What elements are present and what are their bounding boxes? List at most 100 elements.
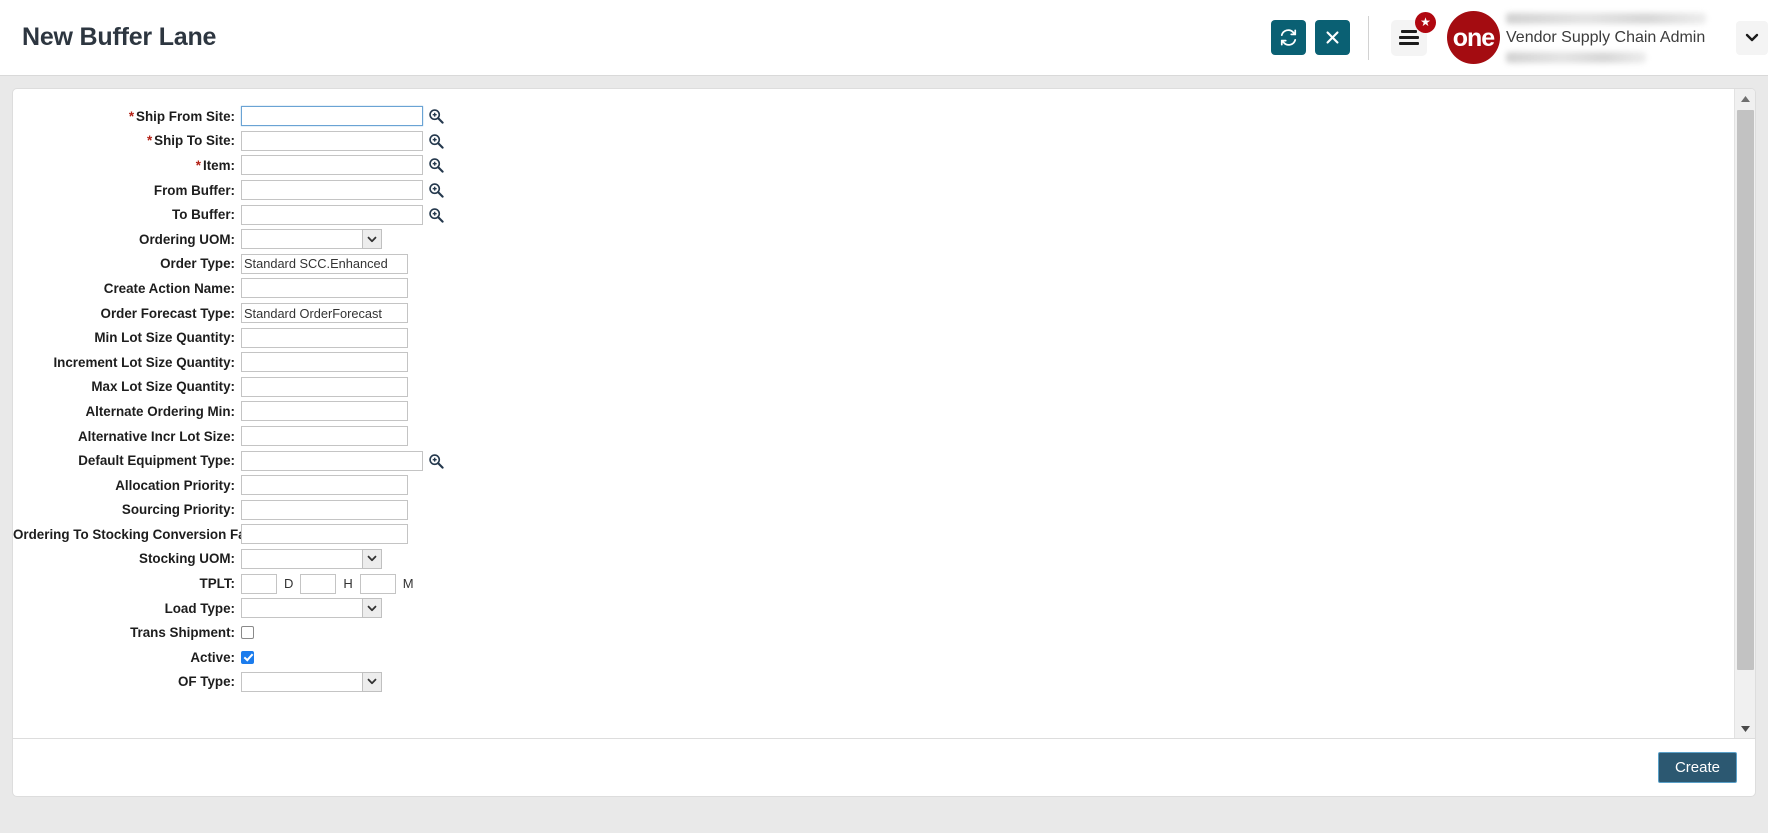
menu-button[interactable]: ★	[1391, 11, 1436, 56]
search-zoom-icon[interactable]	[427, 452, 444, 469]
field-label-text: To Buffer:	[172, 207, 235, 223]
text-input[interactable]	[241, 352, 408, 373]
duration-hours-input[interactable]	[300, 573, 337, 594]
text-input[interactable]	[241, 450, 423, 471]
field-label: Alternate Ordering Min:	[13, 404, 241, 419]
field-label-text: Allocation Priority:	[115, 477, 235, 493]
field-label: * Ship From Site:	[13, 109, 241, 124]
text-input[interactable]	[241, 303, 408, 324]
search-zoom-icon[interactable]	[427, 132, 444, 149]
form-row: Alternative Incr Lot Size:	[13, 424, 1735, 449]
field-label: Allocation Priority:	[13, 478, 241, 493]
form-row: Trans Shipment:	[13, 620, 1735, 645]
text-input[interactable]	[241, 106, 423, 127]
scroll-down-arrow-icon[interactable]	[1735, 719, 1755, 738]
field-label: Sourcing Priority:	[13, 502, 241, 517]
field-label: Ordering To Stocking Conversion Factor:	[13, 527, 275, 542]
form-row: TPLT: D H M	[13, 571, 1735, 596]
field-control	[241, 253, 408, 274]
field-label-text: Ordering To Stocking Conversion Factor:	[13, 526, 276, 542]
form-footer: Create	[12, 739, 1756, 797]
field-label: Ordering UOM:	[13, 232, 241, 247]
close-icon	[1324, 29, 1341, 46]
checkbox-input[interactable]	[241, 626, 254, 640]
field-control	[241, 475, 408, 496]
field-control	[241, 671, 382, 692]
text-input[interactable]	[241, 376, 408, 397]
chevron-down-icon[interactable]	[362, 671, 382, 692]
text-input[interactable]	[241, 130, 423, 151]
user-menu-dropdown-button[interactable]	[1736, 20, 1768, 55]
field-control	[241, 524, 408, 545]
duration-minutes-input[interactable]	[359, 573, 396, 594]
field-label: TPLT:	[13, 576, 241, 591]
text-input[interactable]	[241, 180, 423, 201]
search-zoom-icon[interactable]	[427, 182, 444, 199]
chevron-down-icon[interactable]	[362, 229, 382, 250]
field-control	[241, 327, 408, 348]
dropdown-select[interactable]	[241, 229, 382, 250]
text-input[interactable]	[241, 204, 423, 225]
checkbox-input[interactable]	[241, 650, 254, 664]
field-label-text: Stocking UOM:	[139, 551, 235, 567]
form-row: Create Action Name:	[13, 276, 1735, 301]
scroll-up-arrow-icon[interactable]	[1735, 89, 1755, 108]
vertical-scrollbar[interactable]	[1734, 89, 1755, 738]
buffer-lane-form: * Ship From Site: * Ship To Site: * Item: From…	[13, 89, 1735, 694]
form-panel: * Ship From Site: * Ship To Site: * Item: From…	[12, 88, 1756, 739]
search-zoom-icon[interactable]	[427, 206, 444, 223]
search-zoom-icon[interactable]	[427, 108, 444, 125]
form-row: * Ship To Site:	[13, 129, 1735, 154]
field-control	[241, 155, 444, 176]
text-input[interactable]	[241, 401, 408, 422]
form-row: * Ship From Site:	[13, 104, 1735, 129]
text-input[interactable]	[241, 475, 408, 496]
field-control	[241, 278, 408, 299]
field-label-text: TPLT:	[199, 576, 235, 592]
field-control	[241, 130, 444, 151]
field-control	[241, 303, 408, 324]
one-logo-text: one	[1452, 24, 1495, 52]
create-button[interactable]: Create	[1657, 752, 1737, 783]
star-badge-icon: ★	[1415, 11, 1436, 33]
dropdown-select[interactable]	[241, 548, 382, 569]
user-role-label: Vendor Supply Chain Admin	[1506, 28, 1706, 46]
field-label-text: Increment Lot Size Quantity:	[53, 354, 235, 370]
search-zoom-icon[interactable]	[427, 157, 444, 174]
form-row: Ordering To Stocking Conversion Factor:	[13, 522, 1735, 547]
form-row: Active:	[13, 645, 1735, 670]
chevron-down-icon[interactable]	[362, 548, 382, 569]
form-row: Order Type:	[13, 252, 1735, 277]
dropdown-select[interactable]	[241, 671, 382, 692]
text-input[interactable]	[241, 524, 408, 545]
field-label-text: Active:	[190, 649, 235, 665]
form-row: Min Lot Size Quantity:	[13, 325, 1735, 350]
field-label-text: Item:	[203, 157, 235, 173]
chevron-down-icon[interactable]	[362, 598, 382, 619]
close-button[interactable]	[1315, 20, 1350, 55]
user-text-block: Vendor Supply Chain Admin	[1506, 9, 1706, 67]
text-input[interactable]	[241, 253, 408, 274]
text-input[interactable]	[241, 426, 408, 447]
field-label-text: Alternative Incr Lot Size:	[78, 428, 235, 444]
field-label-text: From Buffer:	[153, 182, 235, 198]
form-row: Order Forecast Type:	[13, 301, 1735, 326]
user-org-redacted	[1506, 51, 1646, 63]
field-label-text: Min Lot Size Quantity:	[94, 330, 235, 346]
text-input[interactable]	[241, 278, 408, 299]
text-input[interactable]	[241, 155, 423, 176]
user-name-redacted	[1506, 12, 1706, 24]
duration-hours-unit: H	[343, 576, 353, 592]
form-row: Max Lot Size Quantity:	[13, 375, 1735, 400]
dropdown-select[interactable]	[241, 598, 382, 619]
text-input[interactable]	[241, 499, 408, 520]
field-label: Default Equipment Type:	[13, 453, 241, 468]
field-control	[241, 401, 408, 422]
text-input[interactable]	[241, 327, 408, 348]
duration-days-input[interactable]	[241, 573, 277, 594]
field-label-text: Ship To Site:	[154, 133, 235, 149]
user-profile[interactable]: one Vendor Supply Chain Admin	[1447, 9, 1706, 67]
field-control	[241, 650, 254, 664]
refresh-button[interactable]	[1271, 20, 1306, 55]
scrollbar-thumb[interactable]	[1737, 110, 1754, 670]
